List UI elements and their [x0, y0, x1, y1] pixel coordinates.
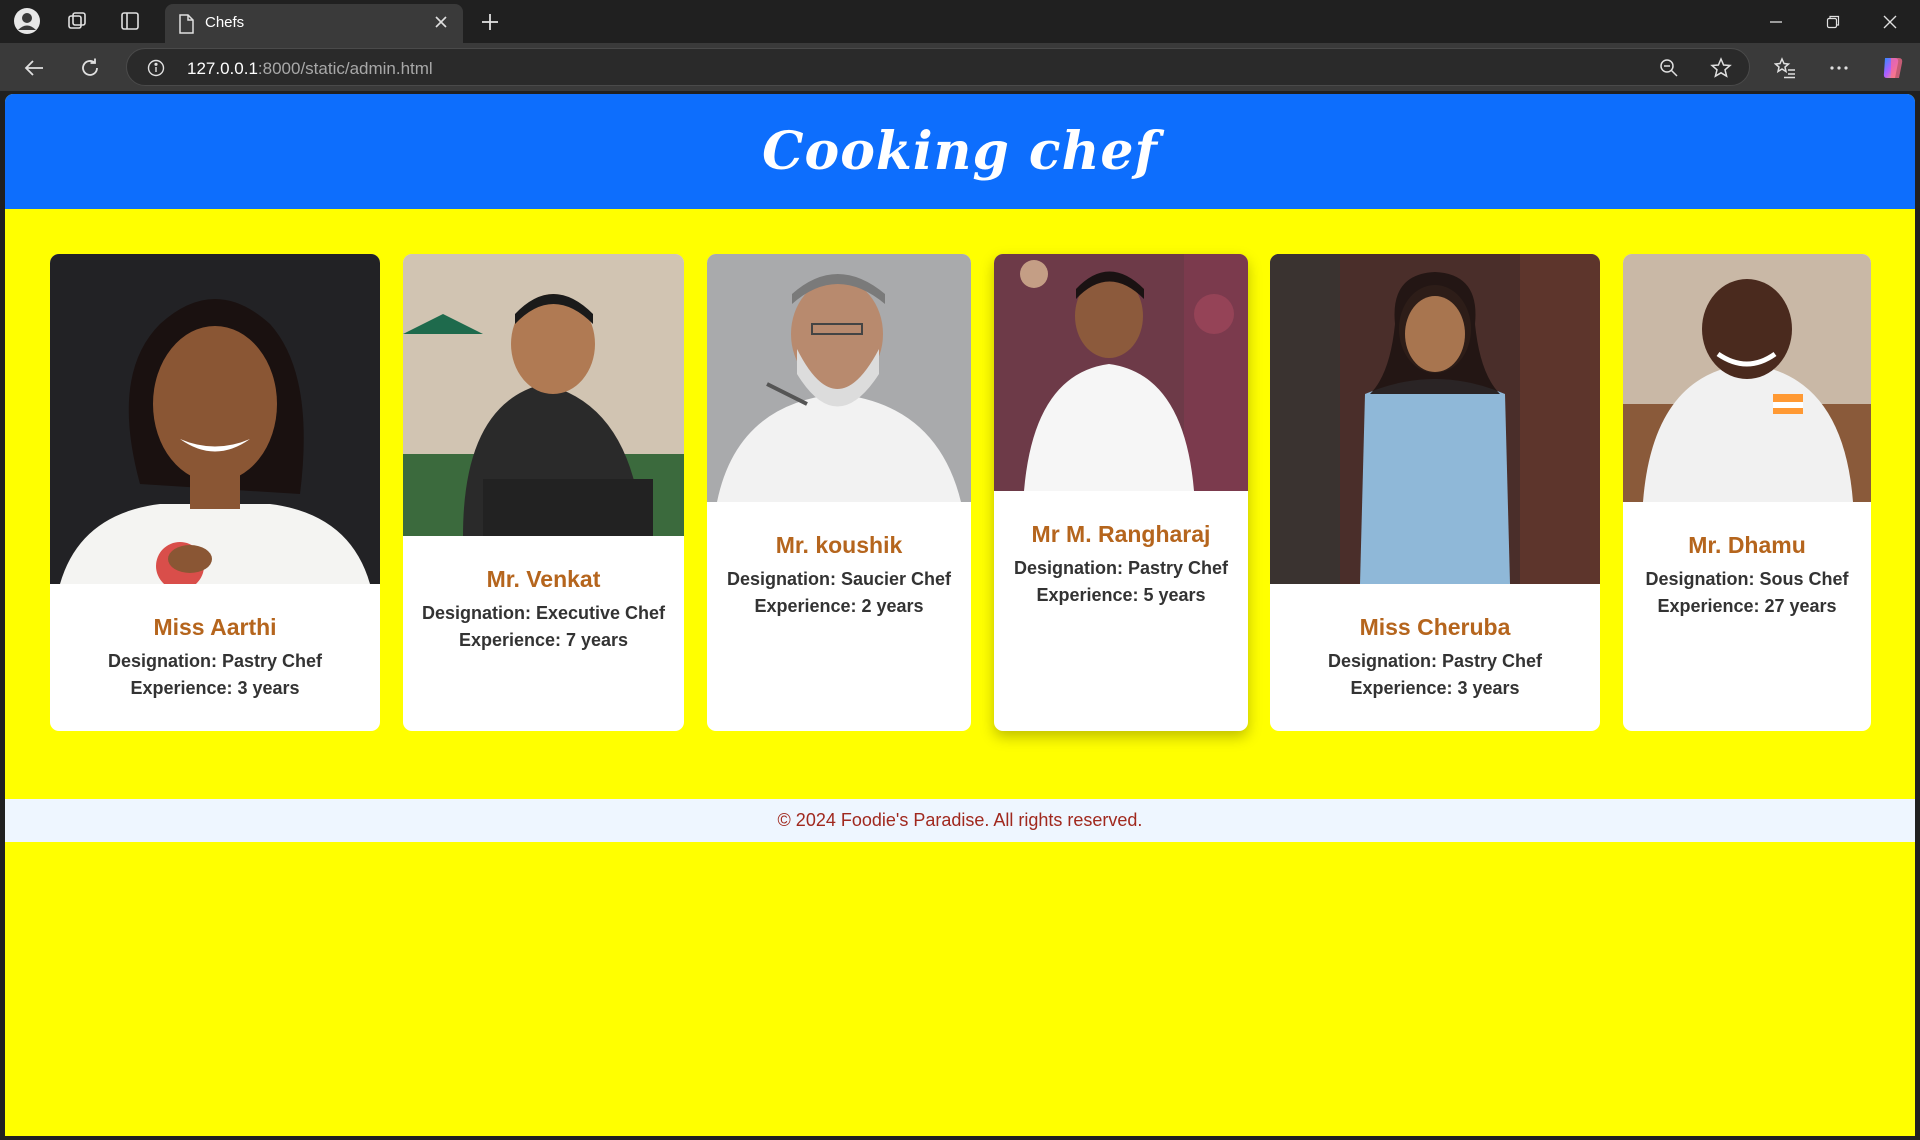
- chef-name: Mr M. Rangharaj: [1031, 521, 1211, 547]
- chef-photo: [50, 254, 380, 584]
- chef-photo: [1270, 254, 1600, 584]
- chef-card: Mr. koushik Designation: Saucier Chef Ex…: [707, 254, 971, 731]
- restore-icon[interactable]: [1805, 0, 1861, 43]
- page-title: Cooking chef: [762, 121, 1158, 182]
- workspaces-icon[interactable]: [63, 7, 91, 35]
- info-icon[interactable]: [147, 59, 165, 77]
- address-bar[interactable]: 127.0.0.1:8000/static/admin.html: [126, 48, 1750, 86]
- page-icon: [179, 14, 194, 34]
- chef-name: Mr. koushik: [775, 532, 903, 558]
- new-tab-icon[interactable]: [475, 8, 505, 36]
- chef-info: Mr. koushik Designation: Saucier Chef Ex…: [707, 532, 971, 623]
- refresh-icon[interactable]: [74, 52, 106, 84]
- back-icon[interactable]: [18, 52, 50, 84]
- chef-photo: [403, 254, 684, 536]
- copilot-icon[interactable]: [1877, 52, 1909, 84]
- chef-designation: Designation: Pastry Chef: [1327, 651, 1543, 671]
- more-icon[interactable]: [1823, 52, 1855, 84]
- copyright-text: © 2024 Foodie's Paradise. All rights res…: [777, 810, 1143, 830]
- url-host: 127.0.0.1: [187, 59, 258, 78]
- chef-experience: Experience: 3 years: [130, 678, 300, 698]
- zoom-icon[interactable]: [1657, 56, 1681, 80]
- close-tab-icon[interactable]: [431, 12, 451, 32]
- chef-info: Miss Aarthi Designation: Pastry Chef Exp…: [50, 614, 380, 705]
- chef-info: Miss Cheruba Designation: Pastry Chef Ex…: [1270, 614, 1600, 705]
- close-window-icon[interactable]: [1862, 0, 1918, 43]
- chef-card: Miss Aarthi Designation: Pastry Chef Exp…: [50, 254, 380, 731]
- chef-experience: Experience: 2 years: [754, 596, 924, 616]
- page-viewport: Cooking chef Miss Aarthi Designation: Pa…: [5, 94, 1915, 1136]
- url-text[interactable]: 127.0.0.1:8000/static/admin.html: [187, 59, 433, 79]
- minimize-icon[interactable]: [1748, 0, 1804, 43]
- chef-designation: Designation: Saucier Chef: [726, 569, 952, 589]
- tab-actions-icon[interactable]: [116, 7, 144, 35]
- browser-titlebar: Chefs: [0, 0, 1920, 43]
- chef-photo: [707, 254, 971, 502]
- chef-designation: Designation: Sous Chef: [1645, 569, 1849, 589]
- chef-name: Mr. Dhamu: [1688, 532, 1806, 558]
- chef-photo: [994, 254, 1248, 491]
- chef-name: Miss Aarthi: [153, 614, 277, 640]
- chef-experience: Experience: 27 years: [1657, 596, 1837, 616]
- browser-tab[interactable]: Chefs: [165, 4, 463, 43]
- favorite-star-icon[interactable]: [1709, 56, 1733, 80]
- chef-info: Mr M. Rangharaj Designation: Pastry Chef…: [994, 521, 1248, 612]
- chef-info: Mr. Venkat Designation: Executive Chef E…: [403, 566, 684, 657]
- profile-icon[interactable]: [13, 7, 41, 35]
- site-footer: © 2024 Foodie's Paradise. All rights res…: [5, 799, 1915, 842]
- chef-card: Mr M. Rangharaj Designation: Pastry Chef…: [994, 254, 1248, 731]
- chef-name: Mr. Venkat: [486, 566, 601, 592]
- site-header: Cooking chef: [5, 94, 1915, 209]
- chef-experience: Experience: 7 years: [458, 630, 629, 650]
- chef-card: Mr. Venkat Designation: Executive Chef E…: [403, 254, 684, 731]
- browser-toolbar: 127.0.0.1:8000/static/admin.html: [0, 43, 1920, 91]
- chef-name: Miss Cheruba: [1359, 614, 1511, 640]
- chef-card: Mr. Dhamu Designation: Sous Chef Experie…: [1623, 254, 1871, 731]
- chef-info: Mr. Dhamu Designation: Sous Chef Experie…: [1623, 532, 1871, 623]
- chef-designation: Designation: Executive Chef: [421, 603, 666, 623]
- chef-designation: Designation: Pastry Chef: [1013, 558, 1229, 578]
- url-path: :8000/static/admin.html: [257, 59, 433, 78]
- chef-experience: Experience: 5 years: [1036, 585, 1206, 605]
- tab-title: Chefs: [205, 14, 245, 31]
- favorites-icon[interactable]: [1769, 52, 1801, 84]
- chef-card: Miss Cheruba Designation: Pastry Chef Ex…: [1270, 254, 1600, 731]
- chef-experience: Experience: 3 years: [1350, 678, 1520, 698]
- chef-photo: [1623, 254, 1871, 502]
- chef-designation: Designation: Pastry Chef: [107, 651, 323, 671]
